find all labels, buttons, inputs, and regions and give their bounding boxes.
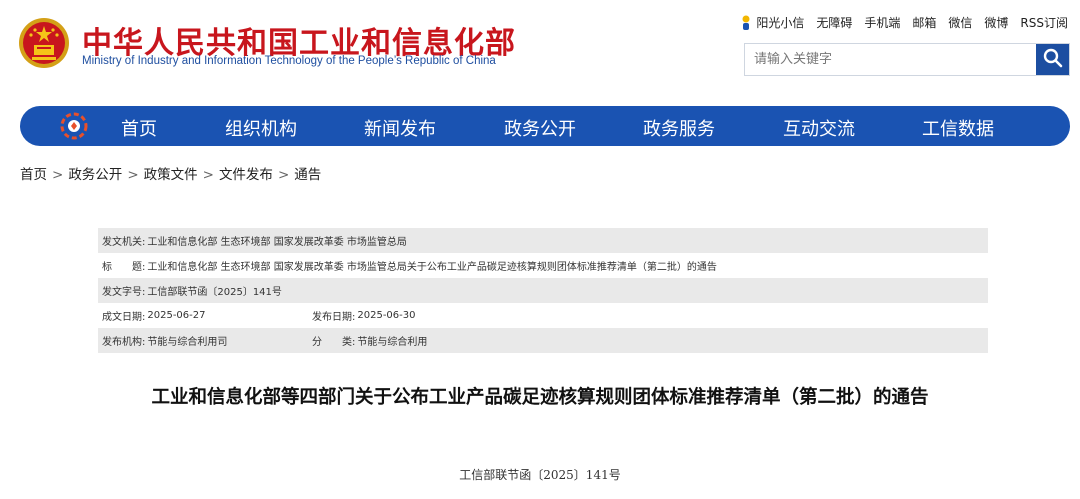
nav-item-government-affairs[interactable]: 政务公开 (504, 115, 576, 141)
toplink-weibo[interactable]: 微博 (984, 14, 1008, 31)
sunshine-mascot-icon (740, 15, 752, 31)
toplink-accessibility[interactable]: 无障碍 (816, 14, 852, 31)
article-doc-number: 工信部联节函〔2025〕141号 (459, 468, 621, 482)
meta-label: 发文机关: (102, 237, 146, 248)
meta-cell-published: 发布日期: 2025-06-30 (312, 308, 416, 323)
toplink-label: 阳光小信 (756, 16, 805, 30)
meta-label: 发布日期: (312, 312, 356, 323)
search-button[interactable] (1036, 44, 1069, 75)
meta-label: 发布机构: (102, 337, 146, 348)
main-nav: 首页 组织机构 新闻发布 政务公开 政务服务 互动交流 工信数据 (20, 106, 1070, 146)
breadcrumb-separator: > (277, 167, 290, 183)
breadcrumb-home[interactable]: 首页 (20, 167, 47, 183)
breadcrumb-separator: > (52, 167, 64, 183)
nav-item-organization[interactable]: 组织机构 (225, 115, 297, 141)
search-icon (1043, 48, 1063, 72)
toplink-mail[interactable]: 邮箱 (912, 14, 936, 31)
breadcrumb: 首页 > 政务公开 > 政策文件 > 文件发布 > 通告 (20, 163, 321, 183)
meta-written-value: 2025-06-27 (147, 310, 206, 321)
meta-label: 成文日期: (102, 312, 146, 323)
meta-label: 发文字号: (102, 287, 146, 298)
breadcrumb-separator: > (127, 167, 139, 183)
meta-published-value: 2025-06-30 (357, 310, 416, 321)
meta-row-issuer: 发文机关: 工业和信息化部 生态环境部 国家发展改革委 市场监管总局 (98, 228, 988, 253)
breadcrumb-policy-documents[interactable]: 政策文件 (144, 167, 198, 183)
meta-cell-written: 成文日期: 2025-06-27 (102, 308, 312, 323)
meta-row-org: 发布机构: 节能与综合利用司 分 类: 节能与综合利用 (98, 328, 988, 353)
meta-row-dates: 成文日期: 2025-06-27 发布日期: 2025-06-30 (98, 303, 988, 328)
meta-cell-category: 分 类: 节能与综合利用 (312, 333, 427, 348)
meta-label: 分 类: (312, 337, 356, 348)
meta-title-value: 工业和信息化部 生态环境部 国家发展改革委 市场监管总局关于公布工业产品碳足迹核… (147, 262, 717, 273)
meta-org-value: 节能与综合利用司 (147, 337, 228, 348)
breadcrumb-separator: > (202, 167, 214, 183)
meta-category-value: 节能与综合利用 (357, 337, 428, 348)
miit-logo-icon[interactable] (50, 106, 98, 146)
meta-row-title: 标 题: 工业和信息化部 生态环境部 国家发展改革委 市场监管总局关于公布工业产… (98, 253, 988, 278)
meta-cell-org: 发布机构: 节能与综合利用司 (102, 333, 312, 348)
top-links: 阳光小信 无障碍 手机端 邮箱 微信 微博 RSS订阅 (740, 14, 1068, 31)
nav-item-interaction[interactable]: 互动交流 (783, 115, 855, 141)
breadcrumb-government-affairs[interactable]: 政务公开 (68, 167, 122, 183)
nav-item-data[interactable]: 工信数据 (922, 115, 994, 141)
meta-label: 标 题: (102, 262, 146, 273)
meta-issuer-value: 工业和信息化部 生态环境部 国家发展改革委 市场监管总局 (147, 237, 407, 248)
document-meta-table: 发文机关: 工业和信息化部 生态环境部 国家发展改革委 市场监管总局 标 题: … (98, 228, 988, 353)
nav-item-news[interactable]: 新闻发布 (364, 115, 436, 141)
toplink-mobile[interactable]: 手机端 (864, 14, 900, 31)
site-title-english: Ministry of Industry and Information Tec… (82, 55, 496, 67)
breadcrumb-notice[interactable]: 通告 (294, 167, 321, 183)
toplink-wechat[interactable]: 微信 (948, 14, 972, 31)
article-title: 工业和信息化部等四部门关于公布工业产品碳足迹核算规则团体标准推荐清单（第二批）的… (151, 387, 929, 408)
search-input[interactable] (745, 44, 1036, 75)
toplink-rss[interactable]: RSS订阅 (1020, 14, 1068, 31)
search-box (744, 43, 1070, 76)
nav-item-home[interactable]: 首页 (121, 115, 157, 141)
national-emblem-icon[interactable] (18, 17, 70, 69)
meta-doc-no-value: 工信部联节函〔2025〕141号 (147, 287, 282, 298)
nav-item-services[interactable]: 政务服务 (643, 115, 715, 141)
breadcrumb-document-release[interactable]: 文件发布 (219, 167, 273, 183)
meta-row-doc-no: 发文字号: 工信部联节函〔2025〕141号 (98, 278, 988, 303)
toplink-sunshine[interactable]: 阳光小信 (740, 14, 804, 31)
site-header: 中华人民共和国工业和信息化部 Ministry of Industry and … (0, 0, 1080, 100)
